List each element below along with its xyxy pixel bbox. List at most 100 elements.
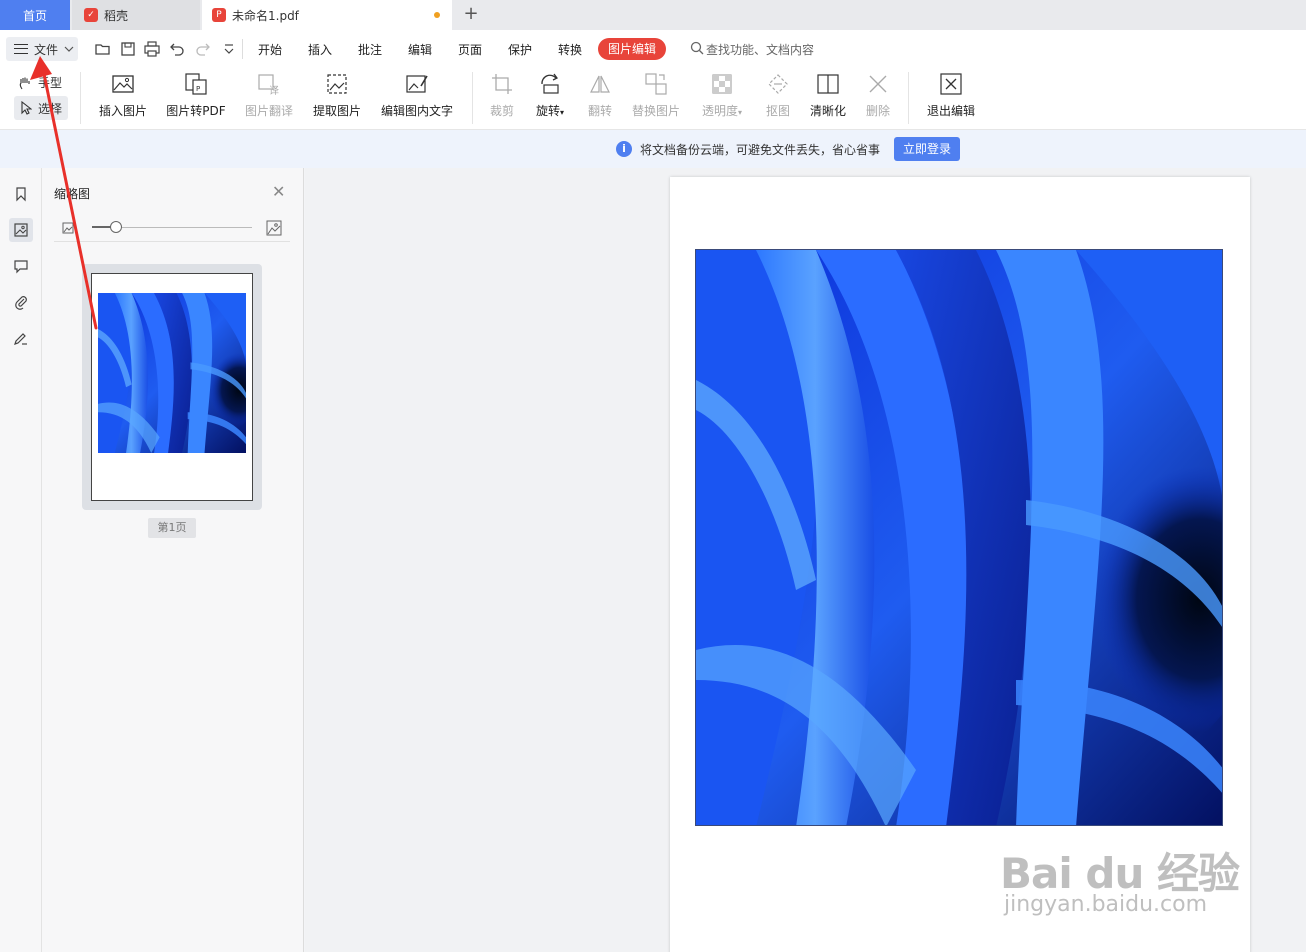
close-icon[interactable]: ✕: [272, 182, 285, 201]
delete-label: 删除: [865, 104, 890, 118]
sharpen-icon: [817, 74, 839, 94]
menu-image-edit[interactable]: 图片编辑: [598, 38, 666, 60]
cutout-icon: [768, 74, 788, 94]
extract-image-button[interactable]: 提取图片: [312, 72, 362, 119]
side-icon-bar: [0, 168, 42, 952]
rotate-button[interactable]: 旋转▾: [532, 72, 568, 119]
menu-protect[interactable]: 保护: [508, 41, 532, 58]
hand-tool-button[interactable]: 手型: [18, 74, 62, 91]
open-folder-icon[interactable]: [94, 40, 112, 58]
save-icon[interactable]: [119, 40, 137, 58]
insert-image-icon: [112, 75, 134, 93]
signature-panel-button[interactable]: [9, 326, 33, 350]
edit-text-in-image-label: 编辑图内文字: [380, 104, 453, 118]
zoom-out-image-icon[interactable]: [62, 222, 74, 234]
tab-home-label: 首页: [22, 8, 47, 23]
extract-image-icon: [327, 74, 347, 94]
menu-edit[interactable]: 编辑: [408, 41, 432, 58]
ribbon-separator: [908, 72, 909, 124]
exit-edit-button[interactable]: 退出编辑: [926, 72, 976, 119]
bookmark-panel-button[interactable]: [9, 182, 33, 206]
flip-button[interactable]: 翻转: [586, 72, 614, 119]
crop-label: 裁剪: [489, 104, 514, 118]
ribbon-separator: [80, 72, 81, 124]
tab-bar: 首页 ✓ 稻壳 P 未命名1.pdf +: [0, 0, 1306, 30]
file-menu-button[interactable]: 文件: [6, 37, 78, 61]
tab-document[interactable]: P 未命名1.pdf: [202, 0, 452, 30]
watermark-sub: jingyan.baidu.com: [1004, 892, 1208, 917]
chevron-down-icon: [64, 46, 74, 52]
image-translate-icon: 译: [258, 74, 279, 96]
zoom-in-image-icon[interactable]: [266, 220, 282, 236]
page-thumbnail[interactable]: [82, 264, 262, 510]
ribbon-toolbar: 手型 选择 插入图片 P 图片转PDF 译 图片翻译 提取图片 编辑图内文字 裁…: [0, 68, 1306, 130]
crop-button[interactable]: 裁剪: [488, 72, 516, 119]
hand-tool-label: 手型: [38, 76, 63, 90]
notice-text: 将文档备份云端，可避免文件丢失，省心省事: [640, 143, 881, 157]
comments-panel-button[interactable]: [9, 254, 33, 278]
pen-sign-icon: [14, 333, 27, 345]
cutout-label: 抠图: [765, 104, 790, 118]
delete-icon: [869, 75, 887, 93]
image-translate-button[interactable]: 译 图片翻译: [244, 72, 294, 119]
login-now-button[interactable]: 立即登录: [894, 137, 960, 161]
rotate-label: 旋转: [535, 104, 560, 118]
sharpen-button[interactable]: 清晰化: [808, 72, 848, 119]
thumbnail-image: [98, 293, 246, 453]
image-translate-label: 图片翻译: [244, 104, 293, 118]
image-to-pdf-icon: P: [185, 73, 207, 95]
search-input[interactable]: 查找功能、文档内容: [706, 41, 814, 58]
thumbnail-panel-button[interactable]: [9, 218, 33, 242]
thumbnail-panel-title: 缩略图: [54, 187, 91, 201]
replace-image-icon: [645, 73, 667, 95]
quick-access-more-icon[interactable]: [220, 40, 238, 58]
search-icon[interactable]: [690, 41, 704, 55]
image-to-pdf-label: 图片转PDF: [166, 104, 226, 118]
ribbon-separator: [472, 72, 473, 124]
cutout-button[interactable]: 抠图: [764, 72, 792, 119]
baidu-watermark: Bai du 经验 jingyan.baidu.com: [1000, 830, 1240, 930]
replace-image-button[interactable]: 替换图片: [631, 72, 681, 119]
zoom-slider-handle[interactable]: [110, 221, 122, 233]
edit-text-in-image-button[interactable]: 编辑图内文字: [380, 72, 454, 119]
tab-daoke[interactable]: ✓ 稻壳: [72, 0, 200, 30]
menu-convert[interactable]: 转换: [558, 41, 582, 58]
cloud-backup-notice: i 将文档备份云端，可避免文件丢失，省心省事 立即登录: [0, 130, 1306, 168]
hamburger-icon: [14, 44, 28, 54]
menu-bar: 文件 开始 插入 批注 编辑 页面 保护 转换 图片编辑 查找功能、文档内容: [0, 30, 1306, 68]
page-image[interactable]: [695, 249, 1223, 826]
insert-image-button[interactable]: 插入图片: [98, 72, 148, 119]
redo-icon[interactable]: [194, 40, 212, 58]
attachments-panel-button[interactable]: [9, 290, 33, 314]
pdf-file-icon: P: [212, 8, 226, 22]
sharpen-label: 清晰化: [809, 104, 846, 118]
menu-annotate[interactable]: 批注: [358, 41, 382, 58]
comment-icon: [14, 260, 28, 274]
tab-document-label: 未命名1.pdf: [232, 8, 299, 23]
menu-separator: [242, 39, 243, 59]
transparency-button[interactable]: 透明度▾: [698, 72, 746, 119]
delete-button[interactable]: 删除: [864, 72, 892, 119]
daoke-logo-icon: ✓: [84, 8, 98, 22]
select-tool-button[interactable]: 选择: [14, 96, 68, 120]
undo-icon[interactable]: [168, 40, 186, 58]
svg-text:译: 译: [269, 85, 279, 96]
insert-image-label: 插入图片: [98, 104, 147, 118]
tab-home[interactable]: 首页: [0, 0, 70, 30]
thumbnail-panel: 缩略图 ✕ 第1页: [42, 168, 304, 952]
tab-daoke-label: 稻壳: [104, 8, 129, 23]
image-to-pdf-button[interactable]: P 图片转PDF: [166, 72, 226, 119]
bookmark-icon: [16, 187, 26, 202]
menu-start[interactable]: 开始: [258, 41, 282, 58]
print-icon[interactable]: [143, 40, 161, 58]
info-icon: i: [616, 141, 632, 157]
unsaved-dot-icon: [434, 12, 440, 18]
cursor-arrow-icon: [21, 101, 32, 115]
transparency-label: 透明度: [701, 104, 738, 118]
svg-text:P: P: [196, 85, 200, 93]
page-number-label: 第1页: [148, 518, 196, 538]
add-tab-button[interactable]: +: [460, 3, 482, 25]
menu-insert[interactable]: 插入: [308, 41, 332, 58]
crop-icon: [492, 74, 512, 94]
menu-page[interactable]: 页面: [458, 41, 482, 58]
